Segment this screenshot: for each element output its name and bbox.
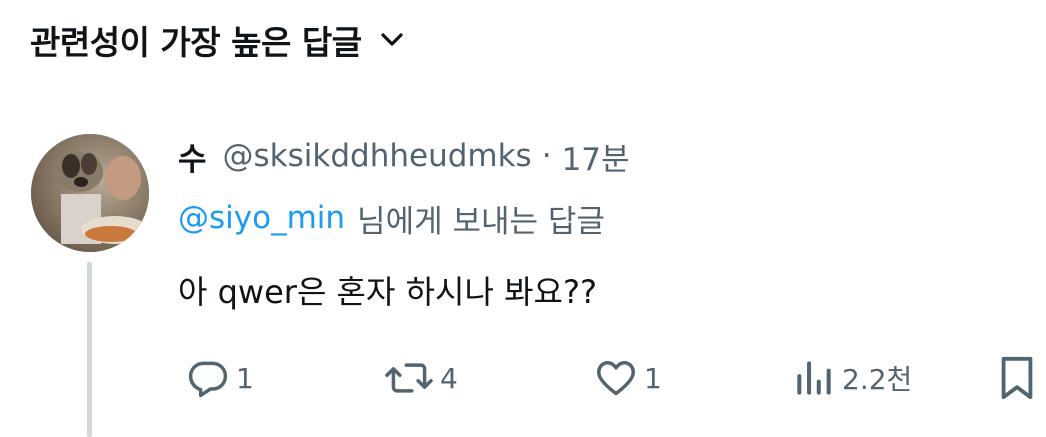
tweet-text: 아 qwer은 혼자 하시나 봐요?? bbox=[178, 273, 597, 311]
timestamp[interactable]: 17분 bbox=[562, 134, 630, 179]
reply-icon bbox=[186, 356, 230, 400]
bookmark-button[interactable] bbox=[997, 352, 1037, 404]
reply-to-label: 님에게 보내는 답글 bbox=[357, 203, 605, 240]
sort-dropdown[interactable]: 관련성이 가장 높은 답글 bbox=[30, 14, 404, 66]
reply-count: 1 bbox=[236, 361, 254, 395]
retweet-count: 4 bbox=[440, 361, 458, 395]
avatar[interactable] bbox=[31, 134, 149, 252]
display-name[interactable]: 수 bbox=[178, 134, 207, 179]
tweet-header: 수 @sksikddhheudmks · 17분 bbox=[178, 132, 630, 180]
thread-line bbox=[87, 262, 92, 437]
profile-photo-icon bbox=[31, 134, 149, 252]
views-count: 2.2천 bbox=[842, 363, 913, 396]
separator-dot: · bbox=[541, 138, 552, 174]
reply-to-mention[interactable]: @siyo_min bbox=[178, 200, 345, 236]
retweet-icon bbox=[384, 356, 434, 400]
chevron-down-icon bbox=[380, 32, 404, 48]
action-bar: 1 4 1 2.2천 bbox=[0, 352, 1046, 404]
like-button[interactable]: 1 bbox=[594, 352, 662, 404]
views-chart-icon bbox=[792, 356, 836, 400]
like-count: 1 bbox=[644, 361, 662, 395]
sort-label: 관련성이 가장 높은 답글 bbox=[30, 23, 362, 62]
user-handle[interactable]: @sksikddhheudmks bbox=[223, 138, 532, 174]
bookmark-icon bbox=[997, 355, 1037, 401]
reply-context: @siyo_min 님에게 보내는 답글 bbox=[178, 194, 605, 242]
retweet-button[interactable]: 4 bbox=[384, 352, 458, 404]
heart-icon bbox=[594, 356, 638, 400]
reply-button[interactable]: 1 bbox=[186, 352, 254, 404]
views-button[interactable]: 2.2천 bbox=[792, 352, 912, 404]
